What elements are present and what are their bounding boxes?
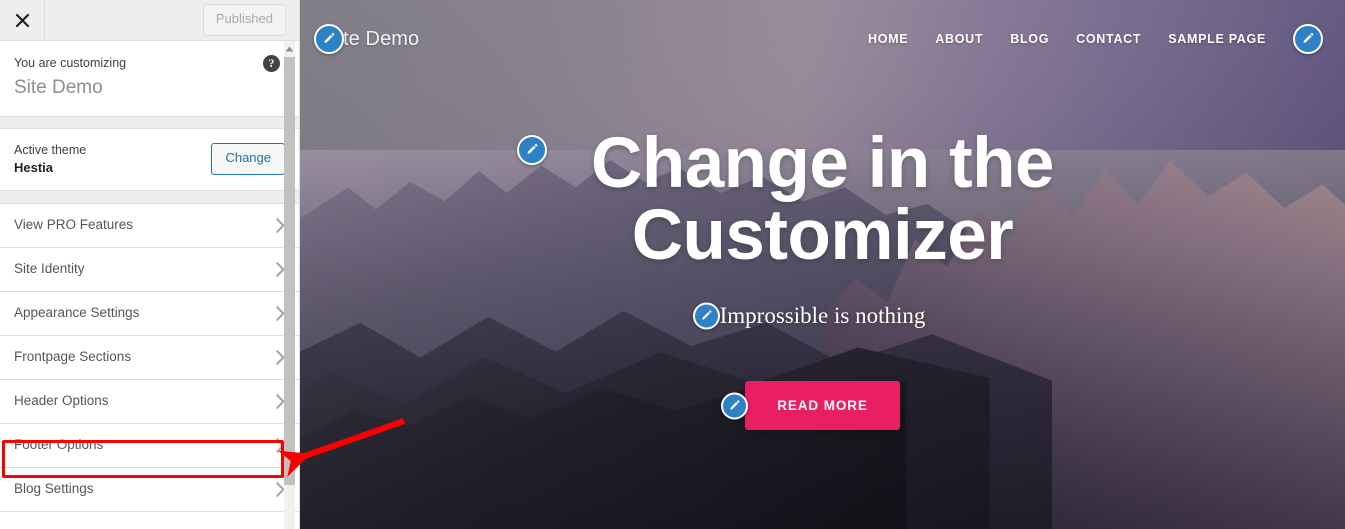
hero-subtitle-wrap: Improssible is nothing bbox=[692, 302, 926, 330]
sidebar-item-footer-options[interactable]: Footer Options bbox=[0, 424, 299, 468]
sidebar-item-label: Site Identity bbox=[14, 261, 85, 277]
section-divider-middle bbox=[0, 191, 299, 204]
edit-pencil-icon[interactable] bbox=[1293, 24, 1323, 54]
sidebar-item-view-pro-features[interactable]: View PRO Features bbox=[0, 204, 299, 248]
hero-title: Change in the Customizer bbox=[591, 124, 1054, 275]
sidebar-item-site-identity[interactable]: Site Identity bbox=[0, 248, 299, 292]
customizer-screen: Published You are customizing Site Demo … bbox=[0, 0, 1345, 529]
edit-pencil-icon[interactable] bbox=[516, 135, 547, 165]
site-brand[interactable]: Site Demo bbox=[314, 24, 419, 54]
read-more-button[interactable]: READ MORE bbox=[745, 381, 900, 431]
sidebar-item-header-options[interactable]: Header Options bbox=[0, 380, 299, 424]
nav-link-blog[interactable]: BLOG bbox=[1010, 32, 1049, 46]
sidebar-item-label: Footer Options bbox=[14, 437, 104, 453]
customizing-label: You are customizing bbox=[14, 56, 127, 70]
help-icon[interactable]: ? bbox=[263, 55, 280, 72]
section-divider-top bbox=[0, 117, 299, 129]
customizer-topbar: Published bbox=[0, 0, 299, 41]
nav-link-sample-page[interactable]: SAMPLE PAGE bbox=[1168, 32, 1266, 46]
site-preview-frame[interactable]: Site Demo HOME ABOUT BLOG CONTACT SAMPLE PAG… bbox=[300, 0, 1345, 529]
sidebar-item-blog-settings[interactable]: Blog Settings bbox=[0, 468, 299, 512]
sidebar-item-frontpage-sections[interactable]: Frontpage Sections bbox=[0, 336, 299, 380]
edit-pencil-icon[interactable] bbox=[314, 24, 344, 54]
sidebar-item-label: Frontpage Sections bbox=[14, 349, 132, 365]
sidebar-scrollbar[interactable] bbox=[284, 41, 295, 529]
close-icon[interactable] bbox=[0, 0, 45, 40]
sidebar-item-appearance-settings[interactable]: Appearance Settings bbox=[0, 292, 299, 336]
active-theme-name: Hestia bbox=[14, 159, 54, 175]
hero-subtitle: Improssible is nothing bbox=[719, 303, 926, 329]
nav-link-contact[interactable]: CONTACT bbox=[1076, 32, 1141, 46]
site-header: Site Demo HOME ABOUT BLOG CONTACT SAMPLE PAG… bbox=[300, 0, 1345, 78]
publish-button[interactable]: Published bbox=[202, 4, 286, 36]
sidebar-item-label: Appearance Settings bbox=[14, 305, 140, 321]
hero-section: Change in the Customizer Improssible is … bbox=[300, 0, 1345, 529]
active-theme-text: Active theme Hestia bbox=[14, 141, 211, 178]
edit-pencil-icon[interactable] bbox=[721, 392, 749, 420]
active-theme-label: Active theme bbox=[14, 142, 87, 157]
scroll-up-arrow-icon[interactable] bbox=[284, 41, 295, 56]
change-theme-button[interactable]: Change bbox=[211, 143, 285, 175]
customizing-info: You are customizing Site Demo ? bbox=[0, 41, 299, 117]
nav-link-about[interactable]: ABOUT bbox=[935, 32, 983, 46]
customizer-sidebar: Published You are customizing Site Demo … bbox=[0, 0, 300, 529]
customizing-site-title: Site Demo bbox=[14, 76, 103, 98]
sidebar-item-label: View PRO Features bbox=[14, 217, 134, 233]
edit-pencil-icon[interactable] bbox=[692, 302, 720, 330]
active-theme-section: Active theme Hestia Change bbox=[0, 129, 299, 191]
sidebar-item-label: Header Options bbox=[14, 393, 109, 409]
sidebar-item-label: Blog Settings bbox=[14, 481, 94, 497]
customizer-section-list: View PRO Features Site Identity Appearance… bbox=[0, 204, 299, 512]
sidebar-scrollbar-thumb[interactable] bbox=[284, 57, 295, 485]
hero-cta-wrap: READ MORE bbox=[721, 381, 900, 431]
site-navigation: HOME ABOUT BLOG CONTACT SAMPLE PAGE bbox=[868, 24, 1323, 54]
hero-title-wrap: Change in the Customizer bbox=[516, 124, 1103, 275]
nav-link-home[interactable]: HOME bbox=[868, 32, 908, 46]
